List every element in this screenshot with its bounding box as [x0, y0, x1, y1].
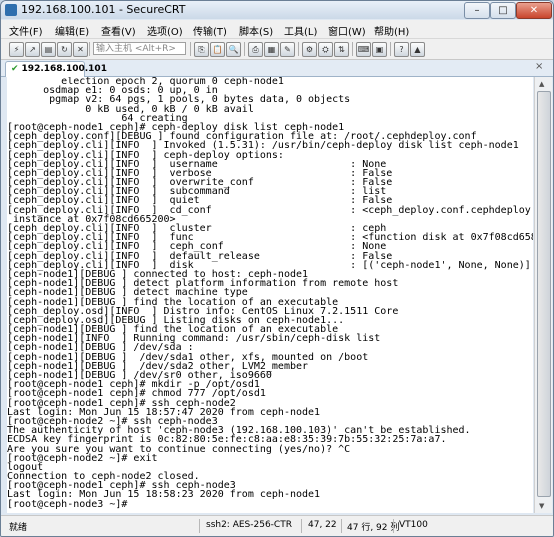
menu-view[interactable]: 查看(V) [101, 23, 136, 38]
status-separator [199, 519, 200, 533]
toolbar-separator [298, 42, 299, 56]
menu-script[interactable]: 脚本(S) [239, 23, 273, 38]
menu-window[interactable]: 窗口(W) [328, 23, 366, 38]
title-bar[interactable]: 192.168.100.101 - SecureCRT – □ ✕ [1, 1, 553, 19]
connect-icon[interactable]: ⚡ [9, 42, 24, 57]
toolbar-separator [390, 42, 391, 56]
status-terminal: VT100 [399, 520, 428, 530]
paste-icon[interactable]: 📋 [210, 42, 225, 57]
scroll-thumb[interactable] [537, 91, 551, 497]
print-setup-icon[interactable]: ▦ [264, 42, 279, 57]
find-icon[interactable]: 🔍 [226, 42, 241, 57]
menu-help[interactable]: 帮助(H) [374, 23, 409, 38]
toolbar-separator [89, 42, 90, 56]
connected-check-icon: ✔ [11, 64, 19, 74]
status-size: 47 行, 92 列 [347, 523, 400, 533]
app-icon [5, 4, 17, 16]
disconnect-icon[interactable]: ✕ [73, 42, 88, 57]
terminal-line: [root@ceph-node3 ~]# [7, 498, 134, 510]
status-separator [393, 519, 394, 533]
menu-transfer[interactable]: 传输(T) [193, 23, 227, 38]
toolbar: ⚡ ↗ ▤ ↻ ✕ 输入主机 <Alt+R> ⎘ 📋 🔍 ⎙ ▦ ✎ ⚙ ⛭ ⇅… [1, 39, 553, 60]
securecrt-window: 192.168.100.101 - SecureCRT – □ ✕ 文件(F) … [0, 0, 554, 537]
screen-icon[interactable]: ▣ [372, 42, 387, 57]
log-icon[interactable]: ✎ [280, 42, 295, 57]
close-button[interactable]: ✕ [516, 2, 552, 19]
session-tab[interactable]: ✔ 192.168.100.101 [5, 61, 107, 77]
keymap-icon[interactable]: ⌨ [356, 42, 371, 57]
terminal-line: [root@ceph-node2 ~]# exit [7, 452, 158, 464]
terminal-output: election epoch 2, quorum 0 ceph-node1 os… [7, 77, 533, 509]
menu-bar: 文件(F) 编辑(E) 查看(V) 选项(O) 传输(T) 脚本(S) 工具(L… [1, 20, 553, 39]
toolbar-separator [352, 42, 353, 56]
status-separator [341, 519, 342, 533]
status-cipher: ssh2: AES-256-CTR [206, 520, 292, 530]
global-options-icon[interactable]: ⛭ [318, 42, 333, 57]
status-separator [301, 519, 302, 533]
about-icon[interactable]: ▲ [410, 42, 425, 57]
status-bar: 就绪 ssh2: AES-256-CTR 47, 22 47 行, 92 列 V… [1, 515, 553, 536]
tab-close-icon[interactable]: × [535, 61, 543, 72]
toolbar-separator [244, 42, 245, 56]
menu-file[interactable]: 文件(F) [9, 23, 43, 38]
menu-tools[interactable]: 工具(L) [284, 23, 317, 38]
help-icon[interactable]: ? [394, 42, 409, 57]
menu-edit[interactable]: 编辑(E) [55, 23, 89, 38]
vertical-scrollbar[interactable]: ▲ ▼ [534, 77, 552, 513]
scroll-down-icon[interactable]: ▼ [539, 502, 544, 510]
status-ready: 就绪 [9, 523, 28, 533]
window-title: 192.168.100.101 - SecureCRT [21, 3, 186, 16]
copy-icon[interactable]: ⎘ [194, 42, 209, 57]
print-icon[interactable]: ⎙ [248, 42, 263, 57]
session-tab-strip: ✔ 192.168.100.101 × [1, 60, 553, 77]
scroll-up-icon[interactable]: ▲ [539, 80, 544, 88]
minimize-button[interactable]: – [464, 2, 490, 19]
quick-connect-icon[interactable]: ↗ [25, 42, 40, 57]
session-tab-label: 192.168.100.101 [21, 64, 107, 74]
sftp-icon[interactable]: ⇅ [334, 42, 349, 57]
session-options-icon[interactable]: ⚙ [302, 42, 317, 57]
reconnect-icon[interactable]: ↻ [57, 42, 72, 57]
menu-options[interactable]: 选项(O) [147, 23, 183, 38]
terminal-area[interactable]: election epoch 2, quorum 0 ceph-node1 os… [7, 77, 533, 513]
maximize-button[interactable]: □ [490, 2, 516, 19]
quick-connect-input[interactable]: 输入主机 <Alt+R> [93, 42, 186, 55]
session-tab-icon[interactable]: ▤ [41, 42, 56, 57]
status-cursor: 47, 22 [308, 520, 337, 530]
toolbar-separator [190, 42, 191, 56]
